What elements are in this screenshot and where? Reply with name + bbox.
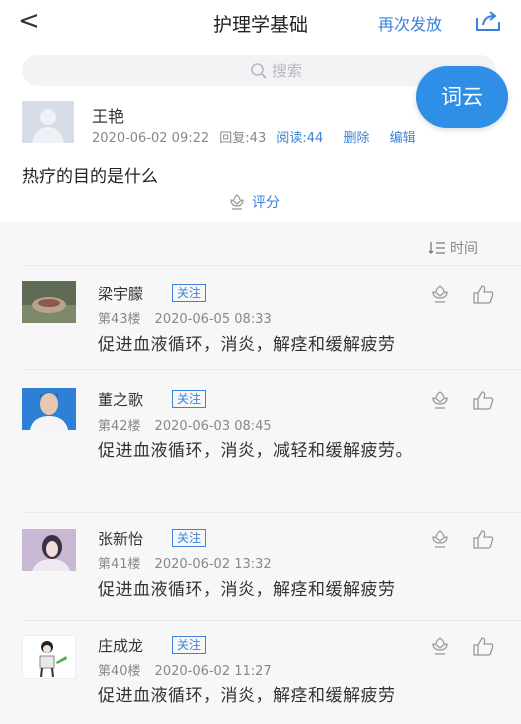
follow-button[interactable]: 关注 <box>172 390 207 408</box>
rate-label: 评分 <box>252 195 280 211</box>
post-question: 热疗的目的是什么 <box>22 167 158 187</box>
comment-time: 2020-06-05 08:33 <box>154 312 272 327</box>
post-datetime: 2020-06-02 09:22 <box>92 131 210 146</box>
flower-icon <box>230 194 244 210</box>
comment-item: 梁宇朦 关注 第43楼 2020-06-05 08:33 促进血液循环，消炎，解痉… <box>0 266 521 366</box>
follow-button[interactable]: 关注 <box>172 529 207 547</box>
sort-label: 时间 <box>450 241 478 257</box>
rate-button[interactable]: 评分 <box>228 192 280 212</box>
comment-text: 促进血液循环，消炎，减轻和缓解疲劳。 <box>98 441 413 461</box>
comment-meta: 第42楼 2020-06-03 08:45 <box>98 415 272 434</box>
avatar-image-icon <box>22 281 76 323</box>
search-placeholder: 搜索 <box>272 62 303 80</box>
avatar[interactable] <box>22 529 76 571</box>
comment-time: 2020-06-02 13:32 <box>154 557 272 572</box>
sort-icon <box>428 242 445 254</box>
avatar[interactable] <box>22 101 74 143</box>
floor-number: 第43楼 <box>98 312 141 327</box>
avatar[interactable] <box>22 281 76 323</box>
avatar-image-icon <box>22 388 76 430</box>
avatar[interactable] <box>22 388 76 430</box>
follow-button[interactable]: 关注 <box>172 284 207 302</box>
commenter-name[interactable]: 庄成龙 <box>98 635 143 656</box>
comment-item: 庄成龙 关注 第40楼 2020-06-02 11:27 促进血液循环，消炎，解痉… <box>0 621 521 724</box>
resend-button[interactable]: 再次发放 <box>378 11 442 35</box>
top-bar: < 护理学基础 再次发放 <box>0 0 521 44</box>
commenter-name[interactable]: 董之歌 <box>98 389 143 410</box>
comment-time: 2020-06-03 08:45 <box>154 419 272 434</box>
floor-number: 第42楼 <box>98 419 141 434</box>
follow-button[interactable]: 关注 <box>172 636 207 654</box>
like-icon[interactable] <box>472 529 494 549</box>
comment-text: 促进血液循环，消炎，解痉和缓解疲劳 <box>98 686 396 706</box>
comment-text: 促进血液循环，消炎，解痉和缓解疲劳 <box>98 335 396 355</box>
default-avatar-icon <box>22 101 74 143</box>
commenter-name[interactable]: 张新怡 <box>98 528 143 549</box>
commenter-name[interactable]: 梁宇朦 <box>98 283 143 304</box>
flower-icon[interactable] <box>430 530 450 548</box>
flower-icon[interactable] <box>430 285 450 303</box>
flower-icon[interactable] <box>430 391 450 409</box>
comment-meta: 第40楼 2020-06-02 11:27 <box>98 660 272 679</box>
avatar[interactable] <box>22 635 76 679</box>
comment-item: 张新怡 关注 第41楼 2020-06-02 13:32 促进血液循环，消炎，解痉… <box>0 513 521 619</box>
post-meta: 2020-06-02 09:22 回复:43 阅读:44 删除 编辑 <box>92 127 416 146</box>
like-icon[interactable] <box>472 284 494 304</box>
comment-text: 促进血液循环，消炎，解痉和缓解疲劳 <box>98 580 396 600</box>
delete-button[interactable]: 删除 <box>343 131 369 146</box>
comment-item: 董之歌 关注 第42楼 2020-06-03 08:45 促进血液循环，消炎，减轻… <box>0 370 521 510</box>
edit-button[interactable]: 编辑 <box>390 131 416 146</box>
reply-count: 回复:43 <box>219 131 267 146</box>
avatar-image-icon <box>22 529 76 571</box>
share-icon[interactable] <box>475 10 501 32</box>
like-icon[interactable] <box>472 390 494 410</box>
page-title: 护理学基础 <box>212 14 308 36</box>
like-icon[interactable] <box>472 636 494 656</box>
comment-time: 2020-06-02 11:27 <box>154 664 272 679</box>
comment-meta: 第43楼 2020-06-05 08:33 <box>98 308 272 327</box>
avatar-image-icon <box>23 636 75 678</box>
post-author[interactable]: 王艳 <box>92 103 124 127</box>
search-icon <box>251 62 267 79</box>
read-count[interactable]: 阅读:44 <box>276 131 323 146</box>
flower-icon[interactable] <box>430 637 450 655</box>
floor-number: 第41楼 <box>98 557 141 572</box>
comment-meta: 第41楼 2020-06-02 13:32 <box>98 553 272 572</box>
sort-button[interactable]: 时间 <box>428 238 478 258</box>
floor-number: 第40楼 <box>98 664 141 679</box>
word-cloud-button[interactable]: 词云 <box>416 66 508 128</box>
